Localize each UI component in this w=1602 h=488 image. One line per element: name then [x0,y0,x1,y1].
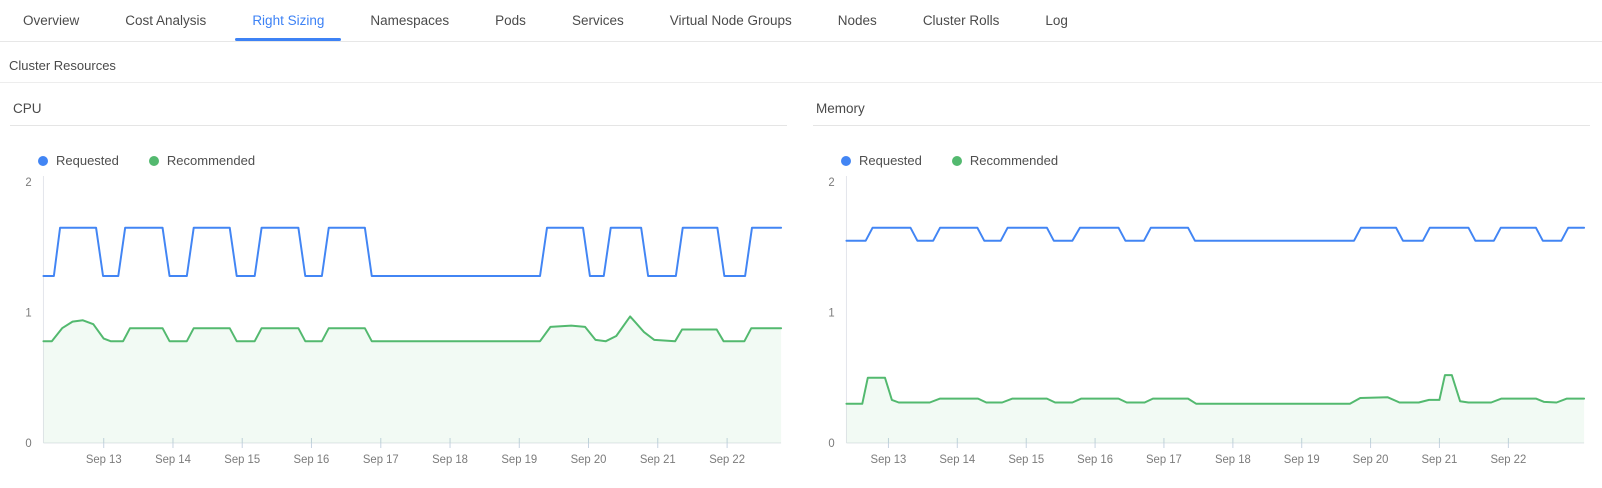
svg-text:Sep 21: Sep 21 [640,454,676,466]
tab-pods[interactable]: Pods [472,0,549,41]
svg-text:2: 2 [828,177,834,189]
tab-cluster-rolls[interactable]: Cluster Rolls [900,0,1023,41]
memory-chart-card: Memory Requested Recommended 0 1 2 Sep 13 Se… [813,101,1590,472]
svg-text:Sep 21: Sep 21 [1422,454,1458,466]
memory-chart-canvas: 0 1 2 Sep 13 Sep 14 Sep 15 Sep 16 Sep 17 Sep 18 S… [813,172,1590,472]
svg-text:Sep 15: Sep 15 [224,454,260,466]
section-header: Cluster Resources [0,58,1602,83]
svg-text:Sep 18: Sep 18 [432,454,468,466]
tab-nodes[interactable]: Nodes [815,0,900,41]
svg-text:Sep 22: Sep 22 [709,454,745,466]
svg-text:0: 0 [828,438,834,450]
legend-item-recommended[interactable]: Recommended [952,153,1058,168]
cpu-chart-legend: Requested Recommended [38,153,787,168]
section-title: Cluster Resources [9,58,116,73]
tab-cost-analysis[interactable]: Cost Analysis [102,0,229,41]
legend-label-recommended: Recommended [970,153,1058,168]
legend-item-requested[interactable]: Requested [841,153,922,168]
svg-text:Sep 19: Sep 19 [501,454,537,466]
cpu-chart-canvas: 0 1 2 Sep 13 Sep 14 Sep 15 Sep 16 Sep 17 Sep 18 S… [10,172,787,472]
tab-services[interactable]: Services [549,0,647,41]
svg-text:Sep 13: Sep 13 [871,454,907,466]
legend-label-recommended: Recommended [167,153,255,168]
cpu-chart-card: CPU Requested Recommended 0 1 2 Sep 13 Sep 1… [10,101,787,472]
svg-text:Sep 20: Sep 20 [571,454,607,466]
tab-bar: Overview Cost Analysis Right Sizing Name… [0,0,1602,42]
svg-text:Sep 20: Sep 20 [1353,454,1389,466]
svg-text:Sep 14: Sep 14 [939,454,975,466]
cpu-chart-title: CPU [10,101,787,126]
svg-text:Sep 16: Sep 16 [294,454,330,466]
requested-dot-icon [841,156,851,166]
charts-row: CPU Requested Recommended 0 1 2 Sep 13 Sep 1… [0,101,1602,472]
svg-text:1: 1 [828,307,834,319]
tab-namespaces[interactable]: Namespaces [347,0,472,41]
legend-label-requested: Requested [56,153,119,168]
svg-text:2: 2 [25,177,31,189]
recommended-dot-icon [952,156,962,166]
svg-text:Sep 22: Sep 22 [1490,454,1526,466]
tab-virtual-node-groups[interactable]: Virtual Node Groups [647,0,815,41]
tab-log[interactable]: Log [1022,0,1091,41]
legend-item-recommended[interactable]: Recommended [149,153,255,168]
svg-text:1: 1 [25,307,31,319]
recommended-dot-icon [149,156,159,166]
svg-text:Sep 17: Sep 17 [363,454,399,466]
svg-text:Sep 19: Sep 19 [1284,454,1320,466]
svg-text:Sep 17: Sep 17 [1146,454,1182,466]
svg-text:Sep 14: Sep 14 [155,454,191,466]
memory-chart-legend: Requested Recommended [841,153,1590,168]
svg-text:Sep 16: Sep 16 [1077,454,1113,466]
svg-text:Sep 18: Sep 18 [1215,454,1251,466]
tab-overview[interactable]: Overview [0,0,102,41]
legend-label-requested: Requested [859,153,922,168]
svg-text:0: 0 [25,438,31,450]
requested-dot-icon [38,156,48,166]
legend-item-requested[interactable]: Requested [38,153,119,168]
memory-chart-title: Memory [813,101,1590,126]
svg-text:Sep 13: Sep 13 [86,454,122,466]
tab-right-sizing[interactable]: Right Sizing [229,0,347,41]
svg-text:Sep 15: Sep 15 [1008,454,1044,466]
